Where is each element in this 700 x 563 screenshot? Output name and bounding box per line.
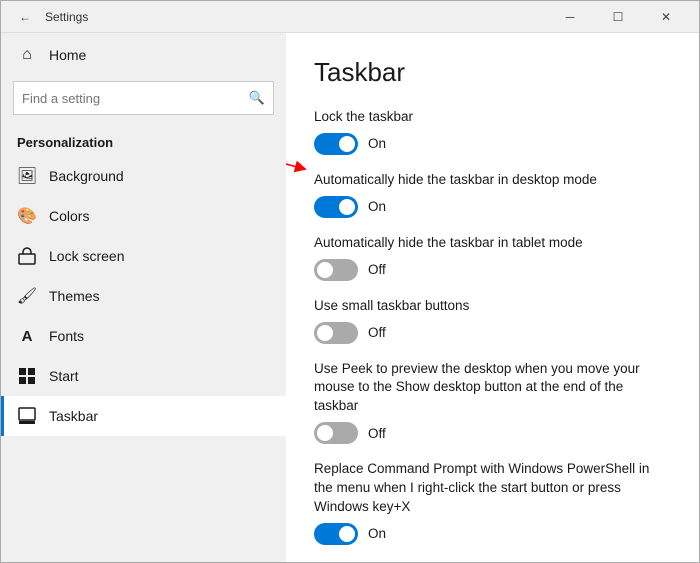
sidebar-item-label: Background (49, 168, 124, 184)
titlebar: ← Settings ─ ☐ ✕ (1, 1, 699, 33)
sidebar-item-background[interactable]: 🖼 Background (1, 156, 286, 196)
toggle-state-label: Off (368, 426, 386, 441)
sidebar-item-fonts[interactable]: A Fonts (1, 316, 286, 356)
sidebar-home[interactable]: ⌂ Home (1, 33, 286, 77)
setting-label: Replace Command Prompt with Windows Powe… (314, 460, 671, 517)
setting-show-badges: Show badges on taskbar buttons On (314, 561, 671, 562)
setting-label: Lock the taskbar (314, 108, 671, 127)
window-controls: ─ ☐ ✕ (547, 1, 689, 33)
toggle-replace-cmd[interactable] (314, 523, 358, 545)
fonts-icon: A (17, 326, 37, 346)
annotation-arrow (286, 123, 316, 183)
background-icon: 🖼 (17, 166, 37, 186)
themes-icon: 🖌 (17, 286, 37, 306)
sidebar-item-label: Themes (49, 288, 100, 304)
sidebar-item-label: Start (49, 368, 79, 384)
toggle-state-label: On (368, 526, 386, 541)
taskbar-icon (17, 406, 37, 426)
toggle-row: On (314, 196, 671, 218)
toggle-state-label: On (368, 199, 386, 214)
start-icon (17, 366, 37, 386)
toggle-row: Off (314, 322, 671, 344)
sidebar-item-colors[interactable]: 🎨 Colors (1, 196, 286, 236)
sidebar-home-label: Home (49, 47, 86, 63)
setting-auto-hide-desktop: Automatically hide the taskbar in deskto… (314, 171, 671, 218)
toggle-auto-hide-desktop[interactable] (314, 196, 358, 218)
close-button[interactable]: ✕ (643, 1, 689, 33)
setting-label: Automatically hide the taskbar in deskto… (314, 171, 671, 190)
toggle-row: On (314, 523, 671, 545)
search-icon[interactable]: 🔍 (249, 90, 265, 106)
titlebar-title: Settings (45, 10, 547, 24)
setting-label: Use small taskbar buttons (314, 297, 671, 316)
maximize-button[interactable]: ☐ (595, 1, 641, 33)
setting-use-peek: Use Peek to preview the desktop when you… (314, 360, 671, 445)
lock-screen-icon (17, 246, 37, 266)
setting-lock-taskbar: Lock the taskbar On (314, 108, 671, 155)
back-button[interactable]: ← (11, 3, 39, 31)
sidebar-section-label: Personalization (1, 127, 286, 156)
minimize-button[interactable]: ─ (547, 1, 593, 33)
colors-icon: 🎨 (17, 206, 37, 226)
setting-small-buttons: Use small taskbar buttons Off (314, 297, 671, 344)
sidebar-item-label: Taskbar (49, 408, 98, 424)
toggle-state-label: Off (368, 325, 386, 340)
home-icon: ⌂ (17, 45, 37, 65)
page-title: Taskbar (314, 57, 671, 88)
sidebar-item-themes[interactable]: 🖌 Themes (1, 276, 286, 316)
setting-label: Automatically hide the taskbar in tablet… (314, 234, 671, 253)
main-layout: ⌂ Home 🔍 Personalization 🖼 Background 🎨 … (1, 33, 699, 562)
sidebar-item-start[interactable]: Start (1, 356, 286, 396)
toggle-small-buttons[interactable] (314, 322, 358, 344)
toggle-state-label: Off (368, 262, 386, 277)
sidebar: ⌂ Home 🔍 Personalization 🖼 Background 🎨 … (1, 33, 286, 562)
toggle-row: Off (314, 422, 671, 444)
search-input[interactable] (22, 91, 243, 106)
toggle-lock-taskbar[interactable] (314, 133, 358, 155)
setting-label: Use Peek to preview the desktop when you… (314, 360, 671, 417)
setting-auto-hide-tablet: Automatically hide the taskbar in tablet… (314, 234, 671, 281)
content-area: Taskbar Lock the taskbar On Automaticall… (286, 33, 699, 562)
toggle-row: On (314, 133, 671, 155)
toggle-state-label: On (368, 136, 386, 151)
setting-label: Show badges on taskbar buttons (314, 561, 671, 562)
sidebar-item-label: Fonts (49, 328, 84, 344)
sidebar-item-taskbar[interactable]: Taskbar (1, 396, 286, 436)
toggle-use-peek[interactable] (314, 422, 358, 444)
sidebar-item-lock-screen[interactable]: Lock screen (1, 236, 286, 276)
setting-replace-cmd: Replace Command Prompt with Windows Powe… (314, 460, 671, 545)
sidebar-item-label: Colors (49, 208, 89, 224)
toggle-auto-hide-tablet[interactable] (314, 259, 358, 281)
toggle-row: Off (314, 259, 671, 281)
sidebar-item-label: Lock screen (49, 248, 124, 264)
sidebar-search-box[interactable]: 🔍 (13, 81, 274, 115)
